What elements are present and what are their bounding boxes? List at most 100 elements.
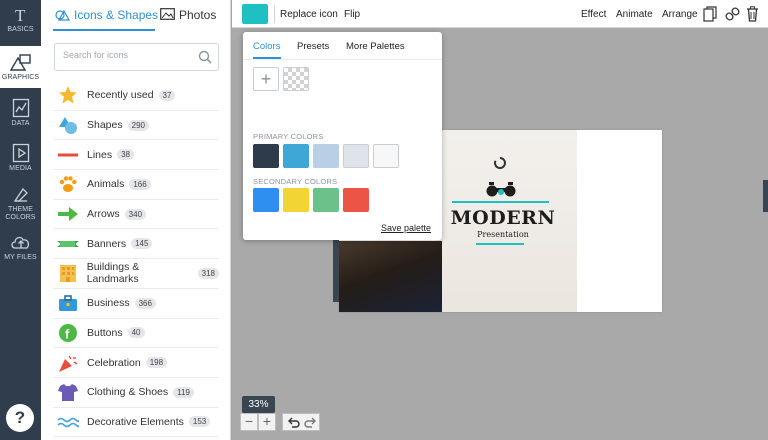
- svg-text:T: T: [15, 6, 26, 24]
- category-label: Buttons: [87, 326, 123, 339]
- save-palette-link[interactable]: Save palette: [381, 223, 431, 233]
- slide-subtitle[interactable]: Presentation: [447, 230, 559, 239]
- category-celebration[interactable]: Celebration 198: [53, 348, 219, 378]
- category-label: Shapes: [87, 119, 123, 132]
- icons-panel: Icons & Shapes Photos Recently used 37: [41, 0, 231, 440]
- category-label: Animals: [87, 178, 125, 191]
- color-swatch[interactable]: [253, 188, 279, 212]
- theme-colors-icon: [13, 187, 28, 202]
- wave-icon: [57, 412, 79, 432]
- rail-basics[interactable]: T BASICS: [0, 6, 41, 40]
- popup-tab-divider: [243, 59, 442, 60]
- effect-button[interactable]: Effect: [581, 9, 606, 20]
- category-lines[interactable]: Lines 38: [53, 140, 219, 171]
- right-panel-toggle[interactable]: [763, 180, 768, 212]
- category-count: 119: [173, 386, 194, 398]
- color-swatch[interactable]: [283, 144, 309, 168]
- duplicate-icon[interactable]: [703, 6, 717, 22]
- category-arrows[interactable]: Arrows 340: [53, 200, 219, 230]
- trash-icon[interactable]: [746, 6, 759, 22]
- popup-tab-colors[interactable]: Colors: [253, 41, 280, 52]
- popup-tab-presets[interactable]: Presets: [297, 41, 329, 52]
- color-swatch[interactable]: [373, 144, 399, 168]
- tab-photos[interactable]: Photos: [160, 8, 216, 22]
- color-swatch[interactable]: [313, 188, 339, 212]
- link-icon[interactable]: [725, 6, 740, 22]
- category-business[interactable]: Business 366: [53, 289, 219, 319]
- help-button[interactable]: ?: [6, 404, 34, 432]
- flip-button[interactable]: Flip: [344, 9, 360, 20]
- rail-media-label: MEDIA: [9, 165, 32, 172]
- category-count: 366: [134, 297, 156, 309]
- category-buttons[interactable]: f Buttons 40: [53, 319, 219, 349]
- slide-photo[interactable]: [339, 241, 442, 312]
- left-rail: T BASICS GRAPHICS DATA MEDIA THEME COLOR…: [0, 0, 41, 440]
- subtitle-bottom-rule: [476, 243, 524, 245]
- rail-my-files[interactable]: MY FILES: [0, 234, 41, 268]
- category-count: 38: [117, 149, 135, 161]
- rail-graphics[interactable]: GRAPHICS: [0, 46, 41, 88]
- popup-tab-more-palettes[interactable]: More Palettes: [346, 41, 405, 52]
- category-count: 37: [158, 89, 176, 101]
- title-top-rule: [452, 201, 549, 203]
- cloud-upload-icon: [10, 236, 29, 249]
- line-icon: [57, 145, 79, 165]
- shapes-outline-icon: [55, 9, 71, 21]
- selected-logo-icon[interactable]: [486, 181, 516, 199]
- category-buildings[interactable]: Buildings & Landmarks 318: [53, 259, 219, 289]
- rail-media[interactable]: MEDIA: [0, 143, 41, 177]
- color-swatch[interactable]: [343, 144, 369, 168]
- slide-edge-bar: [333, 240, 339, 302]
- transparent-swatch[interactable]: [283, 67, 309, 91]
- party-popper-icon: [57, 353, 79, 373]
- tab-icons-shapes[interactable]: Icons & Shapes: [55, 8, 158, 22]
- rail-theme-colors[interactable]: THEME COLORS: [0, 186, 41, 222]
- panel-tabs: Icons & Shapes Photos: [41, 0, 231, 32]
- rail-data-label: DATA: [11, 120, 30, 127]
- category-clothing[interactable]: Clothing & Shoes 119: [53, 378, 219, 408]
- slide-title[interactable]: MODERN: [447, 207, 559, 229]
- arrow-right-icon: [57, 204, 79, 224]
- search-icon[interactable]: [198, 50, 212, 64]
- graphics-icon: [9, 54, 31, 71]
- category-count: 318: [197, 267, 219, 279]
- data-icon: [12, 98, 29, 118]
- icon-search: [54, 43, 219, 71]
- redo-icon[interactable]: [302, 415, 319, 430]
- color-swatch[interactable]: [313, 144, 339, 168]
- color-picker-popup: Colors Presets More Palettes + PRIMARY C…: [243, 32, 442, 240]
- category-count: 198: [145, 357, 168, 369]
- zoom-level: 33%: [242, 396, 275, 413]
- category-shapes[interactable]: Shapes 290: [53, 111, 219, 141]
- svg-text:f: f: [65, 326, 70, 341]
- category-decorative[interactable]: Decorative Elements 153: [53, 408, 219, 438]
- secondary-colors-label: SECONDARY COLORS: [253, 177, 338, 186]
- briefcase-icon: [57, 293, 79, 313]
- fill-color-button[interactable]: [242, 4, 268, 24]
- category-label: Clothing & Shoes: [87, 386, 169, 399]
- category-recently-used[interactable]: Recently used 37: [53, 81, 219, 111]
- color-swatch[interactable]: [283, 188, 309, 212]
- add-color-button[interactable]: +: [253, 67, 279, 91]
- category-count: 145: [131, 238, 153, 250]
- rail-basics-label: BASICS: [7, 26, 34, 33]
- undo-icon[interactable]: [284, 415, 301, 430]
- animate-button[interactable]: Animate: [616, 9, 653, 20]
- zoom-out-button[interactable]: −: [240, 413, 258, 431]
- category-count: 290: [127, 119, 149, 131]
- loading-spinner-icon: [494, 157, 506, 169]
- category-banners[interactable]: Banners 145: [53, 229, 219, 260]
- category-animals[interactable]: Animals 166: [53, 170, 219, 200]
- category-label: Recently used: [87, 89, 154, 102]
- color-swatch[interactable]: [343, 188, 369, 212]
- rail-data[interactable]: DATA: [0, 98, 41, 132]
- banner-icon: [57, 234, 79, 254]
- media-icon: [12, 143, 29, 163]
- search-input[interactable]: [63, 50, 193, 60]
- replace-icon-button[interactable]: Replace icon: [280, 9, 338, 20]
- arrange-button[interactable]: Arrange: [662, 9, 698, 20]
- basics-icon: T: [15, 6, 26, 24]
- color-swatch[interactable]: [253, 144, 279, 168]
- tab-icons-shapes-label: Icons & Shapes: [74, 8, 159, 22]
- zoom-in-button[interactable]: +: [258, 413, 276, 431]
